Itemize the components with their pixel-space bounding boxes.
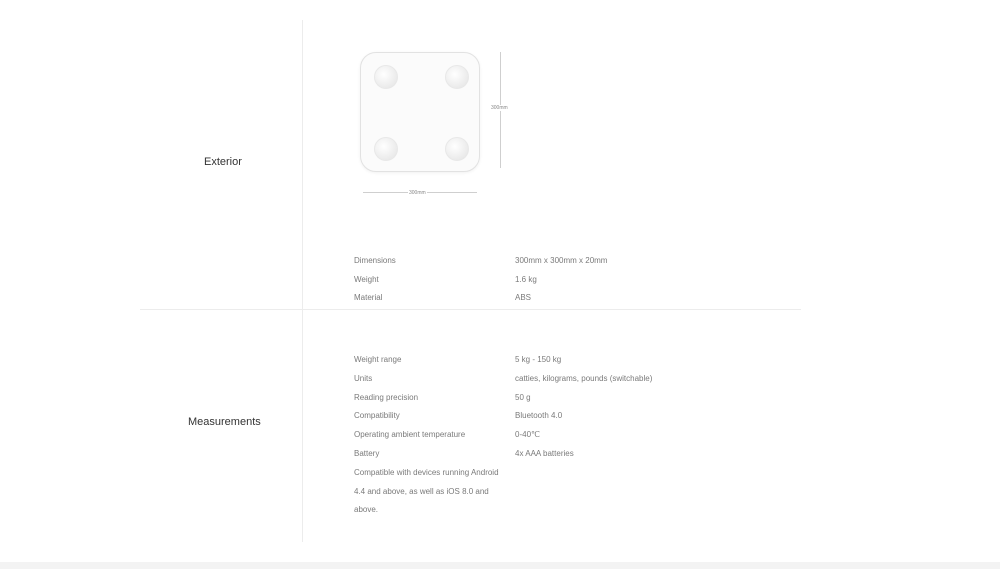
compatibility-note-line: Compatible with devices running Android	[354, 468, 499, 477]
exterior-section-title: Exterior	[204, 156, 242, 168]
exterior-spec-value: 1.6 kg	[515, 275, 537, 284]
scale-sensor-bottom-left	[374, 137, 398, 161]
measurement-spec-label: Operating ambient temperature	[354, 430, 466, 439]
measurement-spec-value: 50 g	[515, 393, 531, 402]
exterior-spec-label: Weight	[354, 275, 379, 284]
scale-sensor-top-right	[445, 65, 469, 89]
compatibility-note-line: 4.4 and above, as well as iOS 8.0 and	[354, 487, 489, 496]
measurement-spec-label: Compatibility	[354, 411, 400, 420]
height-dimension-label: 300mm	[490, 105, 509, 111]
measurement-spec-label: Reading precision	[354, 393, 419, 402]
measurement-spec-value: 4x AAA batteries	[515, 449, 574, 458]
scale-sensor-bottom-right	[445, 137, 469, 161]
compatibility-note-line: above.	[354, 505, 379, 514]
measurement-spec-value: 0-40℃	[515, 430, 540, 439]
footer-band	[0, 562, 1000, 569]
measurements-section-title: Measurements	[188, 416, 261, 428]
section-divider	[140, 309, 801, 310]
measurement-spec-value: 5 kg - 150 kg	[515, 355, 562, 364]
measurement-spec-label: Weight range	[354, 355, 402, 364]
measurement-spec-value: Bluetooth 4.0	[515, 411, 563, 420]
exterior-spec-label: Dimensions	[354, 256, 396, 265]
exterior-spec-value: ABS	[515, 293, 532, 302]
column-divider	[302, 20, 303, 542]
measurement-spec-value: catties, kilograms, pounds (switchable)	[515, 374, 653, 383]
exterior-spec-value: 300mm x 300mm x 20mm	[515, 256, 608, 265]
measurement-spec-label: Battery	[354, 449, 380, 458]
scale-illustration	[360, 52, 480, 172]
measurement-spec-label: Units	[354, 374, 373, 383]
scale-sensor-top-left	[374, 65, 398, 89]
width-dimension-label: 300mm	[408, 190, 427, 196]
exterior-spec-label: Material	[354, 293, 383, 302]
